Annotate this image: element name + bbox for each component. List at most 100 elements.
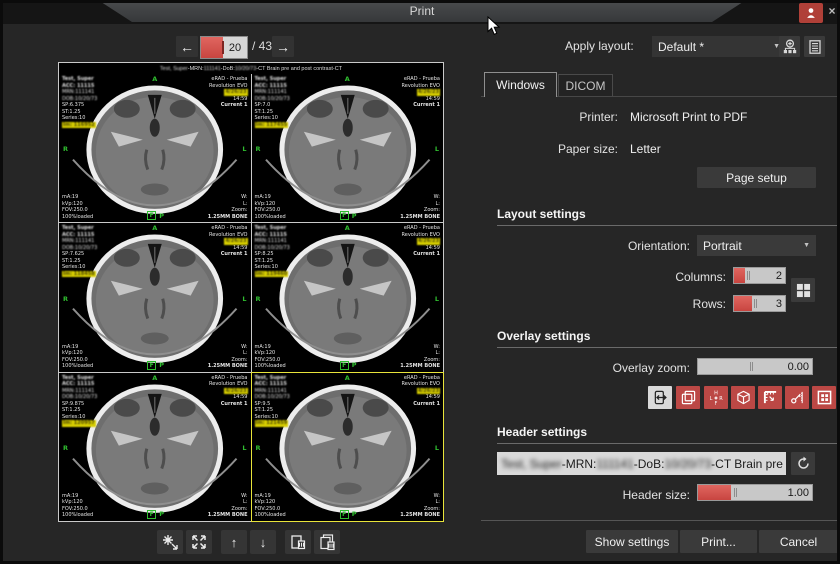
orientation-marker-left: L	[242, 295, 246, 303]
horizontal-arrows-icon	[653, 390, 668, 405]
cell-overlay-top-left: Test, Super ACC: 11115 MRN:111141 DOB:10…	[62, 76, 97, 128]
paper-size-value: Letter	[630, 142, 661, 156]
grid-layout-button[interactable]	[791, 278, 815, 302]
reset-header-button[interactable]	[791, 452, 815, 475]
svg-text:H: H	[714, 390, 718, 396]
preview-cell[interactable]: Test, Super ACC: 11115 MRN:111141 DOB:10…	[252, 223, 444, 371]
support-user-button[interactable]	[799, 3, 823, 23]
cell-overlay-bottom-right: W: L: Zoom: 1.25MM BONE	[208, 344, 248, 370]
orientation-marker-anterior: A	[152, 224, 157, 232]
orientation-marker-anterior: A	[345, 75, 350, 83]
cell-overlay-top-left: Test, Super ACC: 11115 MRN:111141 DOB:10…	[62, 375, 97, 427]
layout-list-icon	[807, 39, 823, 55]
orientation-marker-anterior: A	[345, 224, 350, 232]
tab-dicom-label: DICOM	[566, 79, 606, 93]
svg-text:R: R	[719, 396, 723, 402]
page-number-slider[interactable]: 20	[200, 36, 248, 59]
orientation-cube-toggle[interactable]	[731, 386, 755, 409]
cell-overlay-bottom-left: mA:19 kVp:120 FOV:250.0 100%loaded	[255, 344, 286, 370]
orientation-label: Orientation:	[480, 239, 690, 253]
overlay-zoom-handle[interactable]	[750, 362, 751, 371]
overlay-zoom-slider[interactable]: 0.00	[697, 358, 813, 375]
preview-cell[interactable]: Test, Super ACC: 11115 MRN:111141 DOB:10…	[252, 373, 444, 521]
measurement-toggle[interactable]	[785, 386, 809, 409]
printer-value: Microsoft Print to PDF	[630, 110, 747, 124]
orientation-marker-right: R	[63, 295, 68, 303]
columns-slider-handle[interactable]	[747, 271, 748, 280]
page-slider-fill[interactable]	[201, 37, 223, 58]
orientation-select[interactable]: Portrait ▼	[697, 235, 816, 256]
apply-layout-label: Apply layout:	[565, 39, 634, 53]
orientation-marker-right: R	[256, 145, 261, 153]
print-dialog: Print × ← 20 / 43 → Apply layout: Defaul…	[0, 0, 840, 564]
delete-page-button[interactable]	[285, 530, 311, 554]
header-size-slider[interactable]: 1.00	[697, 484, 813, 501]
cell-overlay-bottom-right: W: L: Zoom: 1.25MM BONE	[400, 194, 440, 220]
ruler-toggle[interactable]	[758, 386, 782, 409]
layout-select[interactable]: Default * ▼	[652, 36, 786, 57]
move-page-down-button[interactable]: ↓	[250, 530, 276, 554]
preview-cell[interactable]: Test, Super ACC: 11115 MRN:111141 DOB:10…	[252, 74, 444, 222]
overlay-layers-toggle[interactable]	[676, 386, 700, 409]
orientation-marker-anterior: A	[152, 374, 157, 382]
cell-overlay-top-right: eRAD - Prueba Revolution EVO 4/26/23 14:…	[209, 225, 248, 258]
page-total-label: / 43	[252, 39, 272, 53]
columns-value: 2	[776, 270, 782, 282]
orientation-labels-toggle[interactable]: H L R F	[704, 386, 728, 409]
rows-slider[interactable]: 3	[733, 295, 786, 312]
save-layout-button[interactable]	[779, 36, 800, 57]
ruler-icon	[763, 390, 778, 405]
auto-fit-button[interactable]	[157, 530, 183, 554]
move-page-up-button[interactable]: ↑	[221, 530, 247, 554]
mouse-cursor	[487, 16, 501, 36]
rows-slider-handle[interactable]	[754, 299, 755, 308]
svg-text:F: F	[715, 401, 718, 406]
tab-windows[interactable]: Windows	[484, 72, 557, 97]
cell-overlay-bottom-left: mA:19 kVp:120 FOV:250.0 100%loaded	[255, 194, 286, 220]
titlebar: Print ×	[0, 0, 840, 24]
close-button[interactable]: ×	[825, 2, 839, 20]
show-settings-label: Show settings	[595, 535, 670, 549]
cell-grid-toggle[interactable]	[812, 386, 836, 409]
show-settings-button[interactable]: Show settings	[586, 530, 678, 553]
layout-settings-title: Layout settings	[497, 207, 586, 221]
next-page-button[interactable]: →	[272, 36, 294, 57]
person-icon	[804, 6, 818, 20]
delete-all-pages-button[interactable]	[314, 530, 340, 554]
header-settings-title: Header settings	[497, 425, 587, 439]
columns-label: Columns:	[480, 270, 726, 284]
header-size-handle[interactable]	[734, 488, 735, 497]
header-text-field[interactable]: Test, Super-MRN:111141-DoB:10/20/73-CT B…	[497, 452, 786, 475]
preview-cell[interactable]: Test, Super ACC: 11115 MRN:111141 DOB:10…	[59, 223, 251, 371]
preview-cell[interactable]: Test, Super ACC: 11115 MRN:111141 DOB:10…	[59, 74, 251, 222]
overlay-position-toggle[interactable]	[648, 386, 672, 409]
paper-size-label: Paper size:	[480, 142, 618, 156]
orientation-value: Portrait	[703, 239, 742, 253]
page-setup-button[interactable]: Page setup	[697, 167, 816, 188]
print-preview-page[interactable]: Test, Super-MRN:111141-DoB:10/20/73-CT B…	[58, 62, 444, 522]
manage-layouts-button[interactable]	[804, 36, 825, 57]
grid-icon	[796, 283, 811, 298]
orientation-marker-right: R	[256, 444, 261, 452]
reset-icon	[796, 456, 811, 471]
expand-button[interactable]	[186, 530, 212, 554]
close-icon: ×	[828, 4, 835, 18]
orientation-marker-left: L	[435, 145, 439, 153]
rows-value: 3	[776, 298, 782, 310]
cancel-button[interactable]: Cancel	[759, 530, 838, 553]
print-button[interactable]: Print...	[680, 530, 757, 553]
previous-page-button[interactable]: ←	[176, 36, 198, 57]
orientation-marker-posterior: F P	[340, 211, 357, 220]
page-number-value[interactable]: 20	[223, 37, 247, 58]
arrow-down-icon: ↓	[260, 535, 267, 550]
svg-text:L: L	[710, 396, 713, 402]
overlay-settings-divider	[497, 347, 838, 348]
print-label: Print...	[701, 535, 736, 549]
preview-cell[interactable]: Test, Super ACC: 11115 MRN:111141 DOB:10…	[59, 373, 251, 521]
cell-overlay-bottom-left: mA:19 kVp:120 FOV:250.0 100%loaded	[62, 493, 93, 519]
tab-dicom[interactable]: DICOM	[558, 74, 613, 96]
layout-select-value: Default *	[658, 40, 704, 54]
columns-slider[interactable]: 2	[733, 267, 786, 284]
page-title: Print	[410, 4, 435, 18]
overlay-zoom-label: Overlay zoom:	[480, 361, 690, 375]
